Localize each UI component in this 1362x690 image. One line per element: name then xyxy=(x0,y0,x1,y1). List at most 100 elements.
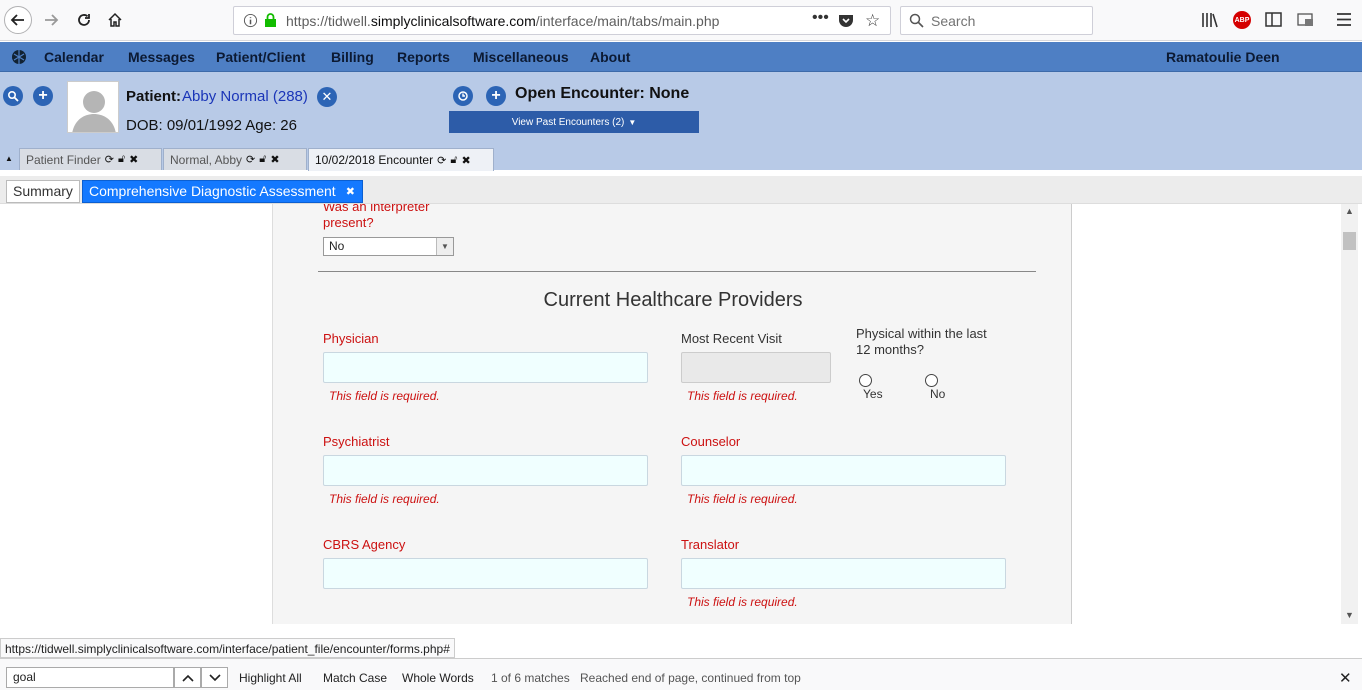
find-match-count: 1 of 6 matches xyxy=(491,671,570,685)
forward-arrow-icon xyxy=(45,14,59,26)
subtab-label: Comprehensive Diagnostic Assessment xyxy=(89,183,336,199)
physical-label-line2: 12 months? xyxy=(856,342,924,357)
physical-yes-radio[interactable] xyxy=(859,374,872,387)
yes-label: Yes xyxy=(863,387,883,401)
counselor-label: Counselor xyxy=(681,434,741,449)
menu-billing[interactable]: Billing xyxy=(331,49,374,65)
collapse-caret-icon[interactable]: ▲ xyxy=(5,154,13,163)
unlock-icon[interactable]: 🔓︎ xyxy=(450,154,457,167)
scroll-thumb[interactable] xyxy=(1343,232,1356,250)
interpreter-label-line2: present? xyxy=(323,215,374,230)
close-icon[interactable]: ✖ xyxy=(461,154,470,167)
open-encounter-label: Open Encounter: None xyxy=(515,85,690,102)
scroll-down-icon[interactable]: ▼ xyxy=(1345,610,1354,620)
highlight-all-toggle[interactable]: Highlight All xyxy=(239,671,302,685)
patient-name-link[interactable]: Abby Normal (288) xyxy=(182,88,308,105)
section-divider xyxy=(318,271,1036,272)
adblock-icon[interactable]: ABP xyxy=(1233,11,1251,29)
menu-miscellaneous[interactable]: Miscellaneous xyxy=(473,49,569,65)
current-user-name[interactable]: Ramatoulie Deen xyxy=(1166,49,1280,65)
url-bar[interactable]: https://tidwell.simplyclinicalsoftware.c… xyxy=(233,6,891,35)
close-icon[interactable]: ✖ xyxy=(270,153,279,166)
patient-search-icon[interactable] xyxy=(3,86,23,106)
page-actions-icon[interactable]: ••• xyxy=(812,9,829,27)
tab-label: Normal, Abby xyxy=(170,152,243,167)
person-silhouette-icon xyxy=(72,91,116,132)
most-recent-visit-input[interactable] xyxy=(681,352,831,383)
menu-patient-client[interactable]: Patient/Client xyxy=(216,49,305,65)
subtab-summary[interactable]: Summary xyxy=(6,180,80,203)
hamburger-menu-icon[interactable] xyxy=(1336,12,1352,30)
tab-normal-abby[interactable]: Normal, Abby ⟳ 🔓︎ ✖ xyxy=(163,148,307,170)
unlock-icon[interactable]: 🔓︎ xyxy=(118,153,125,166)
cbrs-agency-input[interactable] xyxy=(323,558,648,589)
search-icon xyxy=(909,13,924,31)
reload-button[interactable] xyxy=(70,6,98,34)
bookmark-star-icon[interactable]: ☆ xyxy=(865,11,880,31)
tab-patient-finder[interactable]: Patient Finder ⟳ 🔓︎ ✖ xyxy=(19,148,162,170)
back-button[interactable] xyxy=(4,6,32,34)
counselor-input[interactable] xyxy=(681,455,1006,486)
home-button[interactable] xyxy=(101,6,129,34)
find-next-button[interactable] xyxy=(201,667,228,688)
close-icon[interactable]: ✖ xyxy=(129,153,138,166)
physical-no-radio[interactable] xyxy=(925,374,938,387)
form-content: Was an interpreter present? No ▼ Current… xyxy=(0,204,1362,624)
new-encounter-icon[interactable]: + xyxy=(486,86,506,106)
refresh-icon[interactable]: ⟳ xyxy=(246,153,255,166)
patient-label: Patient: xyxy=(126,88,182,105)
close-icon[interactable]: ✖ xyxy=(346,185,355,198)
whole-words-toggle[interactable]: Whole Words xyxy=(402,671,474,685)
close-find-bar-icon[interactable]: ✕ xyxy=(1339,669,1352,687)
add-patient-icon[interactable]: + xyxy=(33,86,53,106)
refresh-icon[interactable]: ⟳ xyxy=(105,153,114,166)
tab-encounter[interactable]: 10/02/2018 Encounter ⟳ 🔓︎ ✖ xyxy=(308,148,494,171)
menu-calendar[interactable]: Calendar xyxy=(44,49,104,65)
translator-input[interactable] xyxy=(681,558,1006,589)
url-text: https://tidwell.simplyclinicalsoftware.c… xyxy=(286,13,720,29)
find-status: Reached end of page, continued from top xyxy=(580,671,801,685)
info-icon[interactable] xyxy=(243,13,258,31)
close-patient-icon[interactable]: ✕ xyxy=(317,87,337,107)
find-input[interactable]: goal xyxy=(6,667,174,688)
psychiatrist-label: Psychiatrist xyxy=(323,434,390,449)
browser-toolbar: https://tidwell.simplyclinicalsoftware.c… xyxy=(0,0,1362,41)
assessment-form: Was an interpreter present? No ▼ Current… xyxy=(272,204,1072,624)
encounter-history-icon[interactable] xyxy=(453,86,473,106)
physician-input[interactable] xyxy=(323,352,648,383)
chevron-up-icon xyxy=(181,674,194,682)
unlock-icon[interactable]: 🔓︎ xyxy=(259,153,266,166)
find-bar: goal Highlight All Match Case Whole Word… xyxy=(0,658,1362,690)
screenshot-icon[interactable] xyxy=(1297,12,1314,30)
menu-reports[interactable]: Reports xyxy=(397,49,450,65)
pocket-icon[interactable] xyxy=(838,13,854,31)
interpreter-label: Was an interpreter xyxy=(323,204,430,214)
section-title: Current Healthcare Providers xyxy=(543,289,803,311)
psychiatrist-error: This field is required. xyxy=(329,492,440,506)
sidebar-toggle-icon[interactable] xyxy=(1265,12,1282,30)
menu-about[interactable]: About xyxy=(590,49,630,65)
forward-button[interactable] xyxy=(37,6,65,34)
view-past-encounters-button[interactable]: View Past Encounters (2) ▼ xyxy=(449,111,699,133)
patient-avatar xyxy=(67,81,119,133)
find-previous-button[interactable] xyxy=(174,667,201,688)
psychiatrist-input[interactable] xyxy=(323,455,648,486)
chevron-down-icon xyxy=(208,673,221,681)
no-label: No xyxy=(930,387,946,401)
match-case-toggle[interactable]: Match Case xyxy=(323,671,387,685)
content-scrollbar[interactable]: ▲ ▼ xyxy=(1341,204,1358,624)
browser-search-box[interactable]: Search xyxy=(900,6,1093,35)
scroll-up-icon[interactable]: ▲ xyxy=(1345,206,1354,216)
most-recent-visit-error: This field is required. xyxy=(687,389,798,403)
counselor-error: This field is required. xyxy=(687,492,798,506)
refresh-icon[interactable]: ⟳ xyxy=(437,154,446,167)
subtab-comprehensive-diagnostic-assessment[interactable]: Comprehensive Diagnostic Assessment ✖ xyxy=(82,180,363,203)
library-icon[interactable] xyxy=(1201,12,1219,31)
encounter-subtabs: Summary Comprehensive Diagnostic Assessm… xyxy=(0,176,1362,204)
menu-messages[interactable]: Messages xyxy=(128,49,195,65)
chevron-down-icon: ▼ xyxy=(436,238,453,255)
interpreter-select[interactable]: No ▼ xyxy=(323,237,454,256)
most-recent-visit-label: Most Recent Visit xyxy=(681,331,782,346)
physical-label: Physical within the last xyxy=(856,326,987,341)
back-arrow-icon xyxy=(10,14,24,26)
